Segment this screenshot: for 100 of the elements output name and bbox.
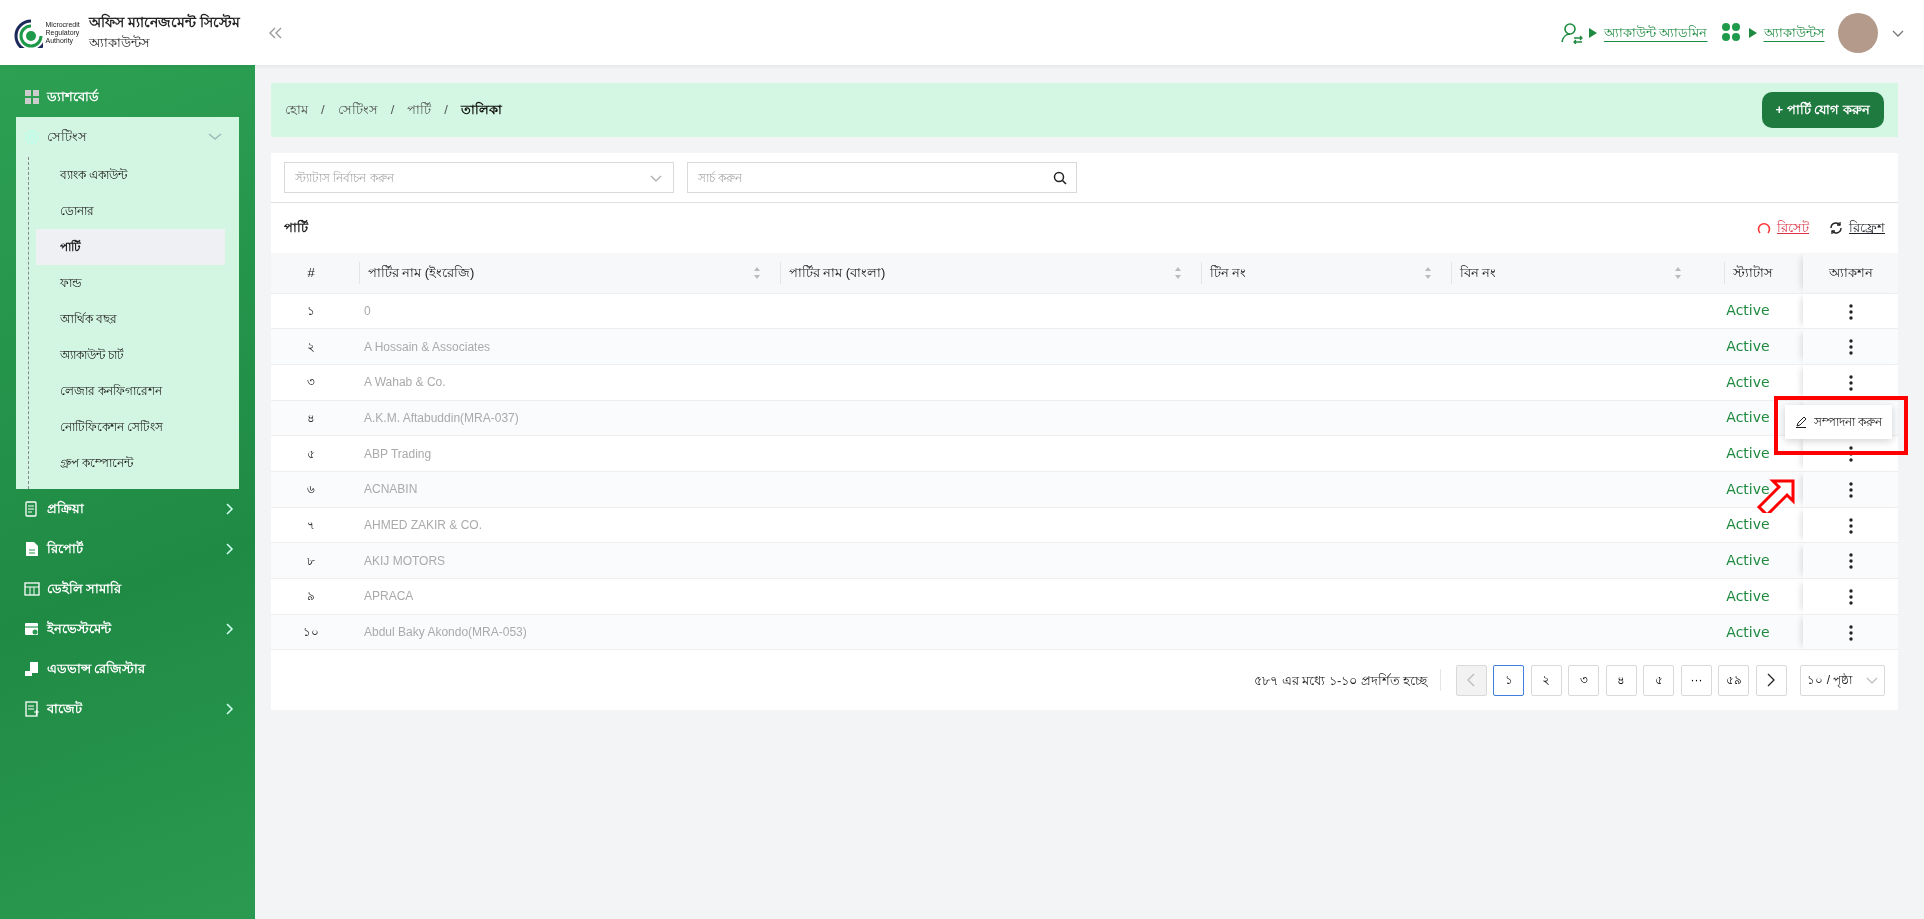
sidebar-subitem[interactable]: গ্রুপ কম্পোনেন্ট (36, 445, 225, 481)
party-name: A Hossain & Associates (364, 339, 491, 354)
more-options-icon[interactable] (1848, 375, 1853, 392)
breadcrumb-separator: / (390, 101, 395, 120)
search-field[interactable]: সার্চ করুন (687, 162, 1077, 193)
column-header[interactable]: পার্টির নাম (ইংরেজি) (367, 263, 475, 283)
user-avatar[interactable] (1837, 12, 1878, 53)
register-icon (24, 661, 40, 677)
more-options-icon[interactable] (1848, 446, 1853, 463)
status-text: Active (1726, 623, 1770, 640)
sidebar-subitem[interactable]: নোটিফিকেশন সেটিংস (36, 409, 225, 445)
sidebar-subitem[interactable]: ডোনার (36, 193, 225, 229)
row-number: ১ (307, 303, 315, 318)
reset-icon (1756, 221, 1771, 235)
more-options-icon[interactable] (1848, 482, 1853, 499)
party-name: 0 (364, 303, 371, 318)
more-options-icon[interactable] (1848, 589, 1853, 606)
add-party-button[interactable]: + পার্টি যোগ করুন (1761, 92, 1884, 128)
party-name: AHMED ZAKIR & CO. (364, 517, 482, 532)
row-number: ১০ (303, 625, 319, 640)
header-link[interactable]: অ্যাকাউন্টস (1763, 22, 1825, 43)
play-icon (1749, 27, 1757, 38)
process-icon (24, 501, 40, 517)
reset-link[interactable]: রিসেট (1777, 218, 1809, 238)
status-text: Active (1726, 552, 1770, 569)
row-number: ৪ (307, 410, 315, 425)
chevron-right-icon (1766, 673, 1777, 688)
page-button[interactable]: ৫৯ (1718, 664, 1750, 696)
header-cell[interactable]: পার্টির নাম (ইংরেজি) (351, 253, 772, 293)
chevron-left-icon (1466, 673, 1477, 688)
party-name: ABP Trading (364, 446, 432, 461)
sidebar-subitem[interactable]: লেজার কনফিগারেশন (36, 373, 225, 409)
report-icon (24, 541, 40, 557)
more-options-icon[interactable] (1848, 339, 1853, 356)
sidebar-item[interactable]: এডভান্স রেজিস্টার (0, 649, 255, 689)
party-name: AKIJ MOTORS (364, 553, 446, 568)
budget-icon (24, 701, 40, 717)
row-number: ৭ (307, 517, 315, 532)
status-text: Active (1726, 516, 1770, 533)
breadcrumb-item[interactable]: পার্টি (407, 100, 432, 120)
sidebar-item[interactable]: প্রক্রিয়া (0, 489, 255, 529)
party-name: A Wahab & Co. (364, 375, 446, 390)
more-options-icon[interactable] (1848, 553, 1853, 570)
status-text: Active (1726, 409, 1770, 426)
breadcrumb-item: তালিকা (460, 100, 502, 120)
app-subtitle: অ্যাকাউন্টস (89, 34, 152, 53)
breadcrumb-item[interactable]: হোম (285, 100, 308, 120)
page-button[interactable]: ১ (1493, 664, 1525, 696)
header-cell[interactable]: পার্টির নাম (বাংলা) (772, 253, 1193, 293)
row-number: ২ (307, 339, 315, 354)
column-header[interactable]: বিন নং (1459, 263, 1497, 283)
page-button[interactable]: ৫ (1643, 664, 1675, 696)
more-options-icon[interactable] (1848, 517, 1853, 534)
sidebar-subitem[interactable]: ব্যাংক একাউন্ট (36, 157, 225, 193)
sidebar-subitem[interactable]: অ্যাকাউন্ট চার্ট (36, 337, 225, 373)
sidebar-item[interactable]: ইনভেস্টমেন্ট (0, 609, 255, 649)
play-icon (1589, 27, 1598, 38)
column-header: স্ট্যাটাস (1732, 264, 1773, 282)
status-text: Active (1726, 445, 1770, 462)
row-number: ৫ (307, 446, 315, 461)
apps-icon (1720, 21, 1743, 44)
per-page-select[interactable]: ১০ / পৃষ্ঠা (1800, 664, 1885, 696)
party-name: ACNABIN (364, 482, 418, 497)
sidebar-subitem[interactable]: পার্টি (36, 229, 225, 265)
more-options-icon[interactable] (1848, 303, 1853, 320)
card-title: পার্টি (284, 218, 308, 238)
refresh-icon (1828, 221, 1843, 235)
sidebar-item[interactable]: রিপোর্ট (0, 529, 255, 569)
header-link[interactable]: অ্যাকাউন্ট অ্যাডমিন (1603, 22, 1708, 43)
party-name: A.K.M. Aftabuddin(MRA-037) (364, 410, 519, 425)
breadcrumb-separator: / (444, 101, 448, 120)
app-title: অফিস ম্যানেজমেন্ট সিস্টেম (89, 12, 241, 33)
page-button[interactable]: ৪ (1606, 664, 1637, 696)
investment-icon (24, 621, 40, 637)
page-button[interactable]: ৩ (1568, 664, 1600, 696)
header-cell[interactable]: বিন নং (1443, 253, 1693, 293)
column-header: অ্যাকশন (1828, 264, 1873, 282)
sidebar-subitem[interactable]: আর্থিক বছর (36, 301, 225, 337)
column-header: # (307, 264, 315, 282)
breadcrumb-separator: / (321, 101, 325, 120)
column-header[interactable]: টিন নং (1209, 263, 1247, 283)
sidebar-item[interactable]: ডেইলি সামারি (0, 569, 255, 609)
next-page-button[interactable] (1756, 664, 1787, 696)
column-header[interactable]: পার্টির নাম (বাংলা) (788, 263, 886, 283)
more-options-icon[interactable] (1848, 624, 1853, 641)
user-switch-icon (1560, 21, 1583, 44)
search-icon (1053, 171, 1067, 185)
status-text: Active (1726, 587, 1770, 604)
summary-icon (24, 581, 40, 597)
breadcrumb-item[interactable]: সেটিংস (337, 100, 378, 120)
party-name: APRACA (364, 589, 414, 604)
refresh-link[interactable]: রিফ্রেশ (1849, 218, 1885, 238)
page-button[interactable]: ··· (1681, 664, 1712, 696)
row-number: ৩ (307, 375, 315, 390)
sidebar-item[interactable]: বাজেট (0, 689, 255, 729)
sidebar-item[interactable]: সেটিংস (16, 117, 239, 157)
page-button[interactable]: ২ (1531, 664, 1562, 696)
sidebar-subitem[interactable]: ফান্ড (36, 265, 225, 301)
header-cell[interactable]: টিন নং (1193, 253, 1443, 293)
status-text: Active (1726, 373, 1770, 390)
